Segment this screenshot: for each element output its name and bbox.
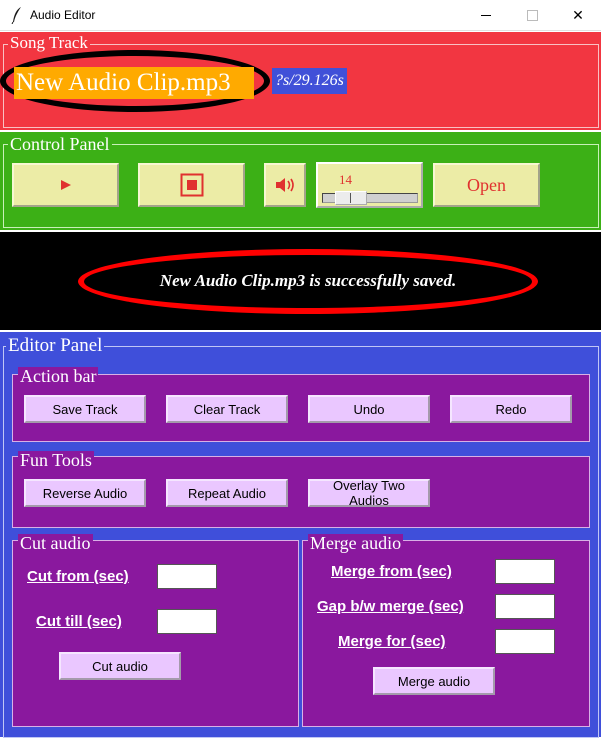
cut-audio-frame: Cut audio Cut from (sec) Cut till (sec) … xyxy=(12,534,299,727)
gap-between-merge-input[interactable] xyxy=(495,594,555,619)
play-button[interactable] xyxy=(12,163,119,207)
volume-slider[interactable]: 14 xyxy=(316,162,423,208)
title-bar: Audio Editor ✕ xyxy=(0,0,601,31)
merge-audio-button[interactable]: Merge audio xyxy=(373,667,495,695)
status-message: New Audio Clip.mp3 is successfully saved… xyxy=(159,271,457,290)
window-title: Audio Editor xyxy=(30,8,96,22)
cut-from-input[interactable] xyxy=(157,564,217,589)
minimize-button[interactable] xyxy=(463,0,509,31)
volume-value: 14 xyxy=(339,172,352,187)
fun-tools-frame: Fun Tools Reverse Audio Repeat Audio Ove… xyxy=(12,451,590,528)
cut-audio-legend: Cut audio xyxy=(18,533,93,553)
cut-from-label: Cut from (sec) xyxy=(27,568,129,585)
merge-from-input[interactable] xyxy=(495,559,555,584)
song-track-section: Song Track New Audio Clip.mp3 ?s/29.126s xyxy=(0,32,601,130)
merge-from-label: Merge from (sec) xyxy=(331,563,452,580)
action-bar-legend: Action bar xyxy=(18,366,99,386)
speaker-icon xyxy=(276,178,294,192)
stop-button[interactable] xyxy=(138,163,245,207)
merge-for-label: Merge for (sec) xyxy=(338,633,446,650)
maximize-icon xyxy=(526,10,538,21)
cut-till-input[interactable] xyxy=(157,609,217,634)
volume-slider-thumb[interactable] xyxy=(335,191,367,205)
close-icon: ✕ xyxy=(572,7,584,23)
clear-track-button[interactable]: Clear Track xyxy=(166,395,288,423)
open-button[interactable]: Open xyxy=(433,163,540,207)
redo-button[interactable]: Redo xyxy=(450,395,572,423)
merge-audio-legend: Merge audio xyxy=(308,533,404,553)
merge-for-input[interactable] xyxy=(495,629,555,654)
gap-between-merge-label: Gap b/w merge (sec) xyxy=(317,598,464,615)
reverse-audio-button[interactable]: Reverse Audio xyxy=(24,479,146,507)
editor-panel-legend: Editor Panel xyxy=(6,335,105,356)
volume-slider-track[interactable] xyxy=(322,191,418,205)
cut-audio-button[interactable]: Cut audio xyxy=(59,652,181,680)
fun-tools-legend: Fun Tools xyxy=(18,450,94,470)
control-panel-legend: Control Panel xyxy=(8,134,112,154)
repeat-audio-button[interactable]: Repeat Audio xyxy=(166,479,288,507)
status-message-section: New Audio Clip.mp3 is successfully saved… xyxy=(0,230,601,330)
open-button-label: Open xyxy=(467,174,506,195)
stop-icon xyxy=(180,173,203,197)
cut-till-label: Cut till (sec) xyxy=(36,613,122,630)
undo-button[interactable]: Undo xyxy=(308,395,430,423)
maximize-button[interactable] xyxy=(509,0,555,31)
song-file-name: New Audio Clip.mp3 xyxy=(14,67,254,99)
control-panel-section: Control Panel 14 Open xyxy=(0,130,601,230)
play-icon xyxy=(60,180,71,190)
action-bar-frame: Action bar Save Track Clear Track Undo R… xyxy=(12,367,590,442)
save-track-button[interactable]: Save Track xyxy=(24,395,146,423)
mute-button[interactable] xyxy=(264,163,306,207)
close-button[interactable]: ✕ xyxy=(555,0,601,31)
overlay-two-audios-button[interactable]: Overlay Two Audios xyxy=(308,478,430,508)
editor-panel-section: Editor Panel Action bar Save Track Clear… xyxy=(0,330,601,738)
song-time-display: ?s/29.126s xyxy=(272,68,347,94)
song-track-legend: Song Track xyxy=(8,33,90,52)
minimize-icon xyxy=(481,15,491,16)
merge-audio-frame: Merge audio Merge from (sec) Gap b/w mer… xyxy=(302,534,590,727)
feather-icon xyxy=(10,6,24,25)
